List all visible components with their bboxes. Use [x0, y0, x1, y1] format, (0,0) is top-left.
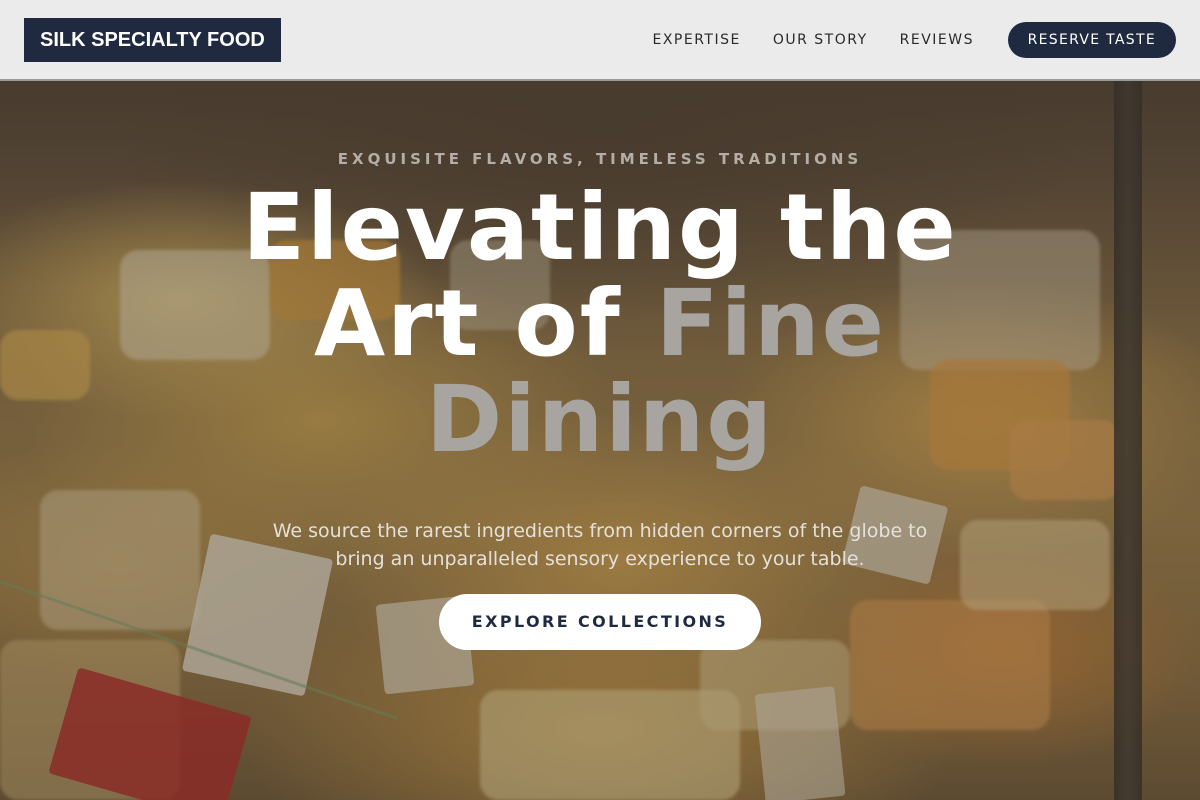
brand-logo[interactable]: SILK SPECIALTY FOOD: [24, 18, 281, 62]
hero-eyebrow: EXQUISITE FLAVORS, TIMELESS TRADITIONS: [337, 150, 863, 168]
top-navbar: SILK SPECIALTY FOOD EXPERTISE OUR STORY …: [0, 0, 1200, 81]
hero-headline: Elevating the Art of Fine Dining: [200, 180, 1000, 468]
headline-line-2: Art of: [313, 270, 656, 377]
headline-accent-fine: Fine: [655, 270, 887, 377]
headline-line-1: Elevating the: [242, 174, 958, 281]
hero-subtitle: We source the rarest ingredients from hi…: [272, 520, 928, 570]
hero-section: EXQUISITE FLAVORS, TIMELESS TRADITIONS E…: [0, 0, 1200, 800]
nav-links: EXPERTISE OUR STORY REVIEWS: [652, 0, 974, 80]
nav-link-our-story[interactable]: OUR STORY: [773, 32, 868, 48]
headline-accent-dining: Dining: [425, 366, 775, 473]
nav-link-expertise[interactable]: EXPERTISE: [652, 32, 740, 48]
nav-link-reviews[interactable]: REVIEWS: [900, 32, 974, 48]
reserve-taste-button[interactable]: RESERVE TASTE: [1007, 22, 1176, 58]
explore-collections-button[interactable]: EXPLORE COLLECTIONS: [439, 594, 761, 650]
